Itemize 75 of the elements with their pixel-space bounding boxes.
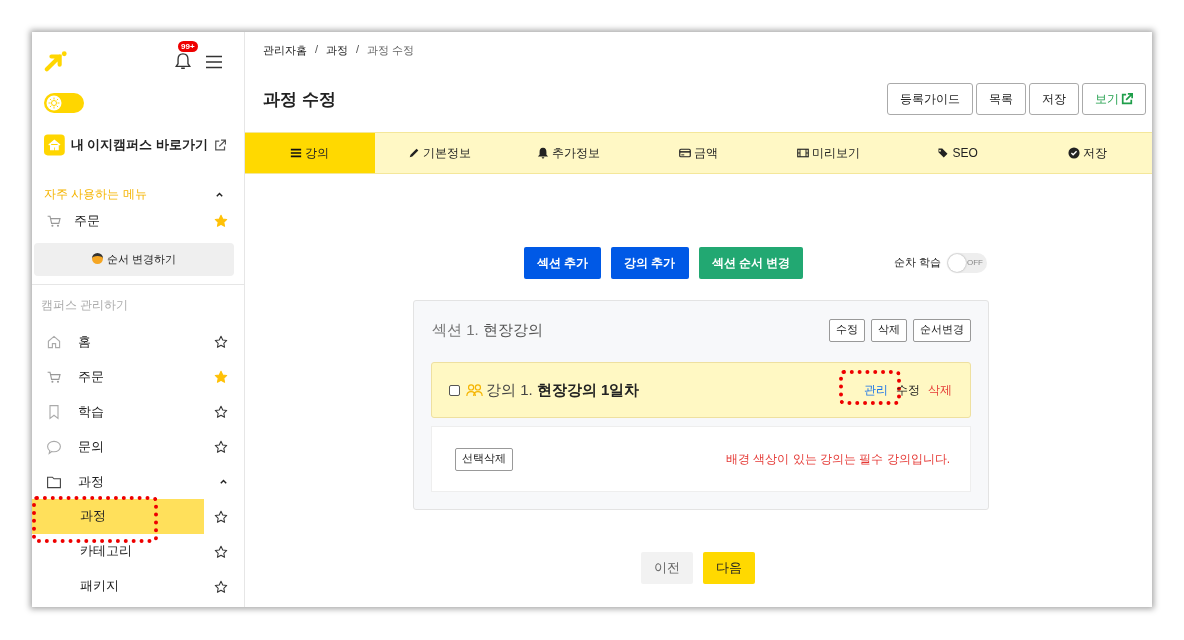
page-title: 과정 수정 [263,88,336,111]
star-icon[interactable] [214,509,228,524]
nav-subitem[interactable]: 카테고리 [32,534,204,569]
star-icon[interactable] [214,544,228,559]
home-icon [46,333,62,350]
tab[interactable]: 미리보기 [763,133,893,173]
nav-subitem[interactable]: 과정 [32,499,204,534]
pencil-icon [407,147,420,159]
view-button[interactable]: 보기 [1082,83,1146,115]
action-button[interactable]: 섹션 추가 [523,247,602,279]
speech-bubble-icon [46,438,62,455]
section-button[interactable]: 삭제 [871,318,907,342]
toggle-label: 순차 학습 [894,256,941,270]
star-icon[interactable] [214,334,228,349]
lecture-action-link[interactable]: 수정 [896,382,920,397]
film-icon [796,147,809,159]
credit-card-icon [679,147,691,159]
nav-item[interactable]: 홈 [78,332,214,351]
header-button[interactable]: 저장 [1029,83,1079,115]
reorder-button[interactable]: 순서 변경하기 [34,243,234,276]
star-icon[interactable] [214,439,228,454]
tab[interactable]: 강의 [245,133,375,173]
tab[interactable]: 금액 [633,133,764,173]
nav-subitem[interactable]: 패키지 [32,569,204,604]
checkbox[interactable] [449,384,460,396]
tab[interactable]: SEO [892,133,1023,173]
section-title: 섹션 1. 현장강의 [431,320,543,340]
tag-icon [937,147,950,159]
star-icon[interactable] [214,404,228,419]
external-link-icon[interactable] [213,138,226,152]
caret-icon[interactable] [219,477,228,486]
theme-toggle[interactable] [44,93,84,113]
bell-icon [537,147,550,159]
action-button[interactable]: 강의 추가 [611,247,689,279]
nav-item[interactable]: 주문 [78,367,214,386]
section-heading: 자주 사용하는 메뉴 [44,186,147,203]
breadcrumb-link[interactable]: 과정 [326,43,349,61]
section-button[interactable]: 수정 [829,318,865,342]
breadcrumb-separator: / [315,43,319,57]
notice-text: 배경 색상이 있는 강의는 필수 강의입니다. [726,450,950,468]
cart-icon [46,213,62,229]
bookmark-icon [46,403,62,420]
section-button[interactable]: 순서변경 [913,318,971,342]
notification-badge: 99+ [178,41,198,52]
header-button[interactable]: 등록가이드 [887,83,973,115]
breadcrumb-link[interactable]: 관리자홈 [263,43,307,61]
bulk-delete-button[interactable]: 선택삭제 [455,447,513,471]
menu-icon[interactable] [206,55,222,69]
section-heading: 캠퍼스 관리하기 [40,297,130,314]
bell-icon[interactable] [174,51,192,71]
lecture-action-link[interactable]: 관리 [864,382,888,397]
pager-button[interactable]: 이전 [641,552,693,584]
nav-item[interactable]: 과정 [78,472,219,491]
pager-button[interactable]: 다음 [703,552,755,584]
tab[interactable]: 기본정보 [374,133,505,173]
group-icon [466,383,483,397]
nav-item[interactable]: 주문 [74,212,214,230]
menu-icon [290,147,303,159]
sunglasses-emoji-icon [91,253,103,264]
nav-item[interactable]: 문의 [78,437,214,456]
breadcrumb-current: 과정 수정 [367,43,415,58]
nav-item[interactable]: 학습 [78,402,214,421]
check-circle-icon [1067,147,1080,159]
lecture-title: 강의 1. 현장강의 1일차 [486,380,640,400]
external-link-icon [1121,93,1133,105]
breadcrumb-separator: / [356,43,360,57]
caret-icon[interactable] [215,190,224,199]
sun-icon [46,95,62,111]
header-button[interactable]: 목록 [976,83,1026,115]
home-icon [44,134,65,156]
star-icon[interactable] [214,579,228,594]
tab[interactable]: 추가정보 [504,133,634,173]
campus-link[interactable]: 내 이지캠퍼스 바로가기 [70,136,208,154]
lecture-action-link[interactable]: 삭제 [928,382,952,397]
tab[interactable]: 저장 [1022,133,1152,173]
